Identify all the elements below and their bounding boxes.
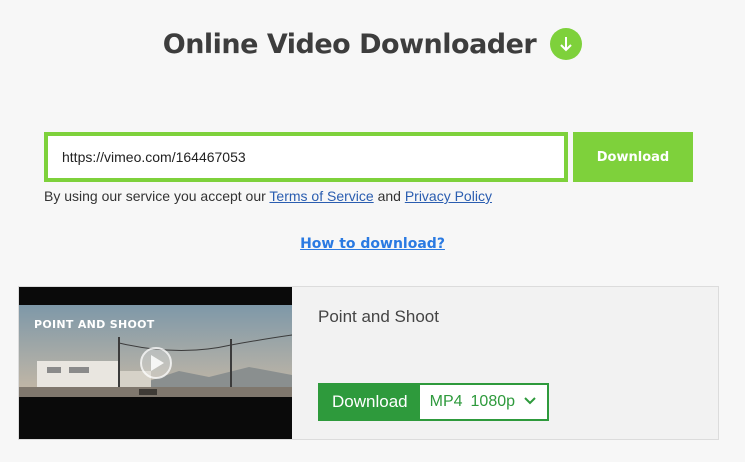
page-title: Online Video Downloader <box>162 28 537 60</box>
format-label: MP4 <box>429 393 463 410</box>
how-to-download-link[interactable]: How to download? <box>300 236 445 252</box>
video-thumbnail[interactable]: POINT AND SHOOT <box>19 287 292 439</box>
url-input-wrapper <box>44 132 568 182</box>
video-title: Point and Shoot <box>318 307 439 326</box>
download-circle-icon <box>550 28 583 60</box>
quality-label: 1080p <box>470 393 516 410</box>
how-to-section: How to download? <box>0 235 745 253</box>
terms-and: and <box>377 188 401 204</box>
terms-notice: By using our service you accept our Term… <box>44 188 492 204</box>
privacy-policy-link[interactable]: Privacy Policy <box>405 188 492 204</box>
chevron-down-icon <box>523 393 537 411</box>
download-button[interactable]: Download <box>573 132 693 182</box>
terms-prefix: By using our service you accept our <box>44 188 266 204</box>
page: Online Video Downloader Download By usin… <box>0 0 745 462</box>
format-download-group: Download MP4 1080p <box>318 383 550 421</box>
format-select[interactable]: MP4 1080p <box>419 385 548 419</box>
thumbnail-caption: POINT AND SHOOT <box>34 318 155 331</box>
format-download-button[interactable]: Download <box>320 385 420 419</box>
video-result-card: POINT AND SHOOT Point and Shoot Download… <box>18 286 719 440</box>
terms-of-service-link[interactable]: Terms of Service <box>269 188 373 204</box>
url-input[interactable] <box>48 136 564 178</box>
header: Online Video Downloader <box>0 28 745 60</box>
